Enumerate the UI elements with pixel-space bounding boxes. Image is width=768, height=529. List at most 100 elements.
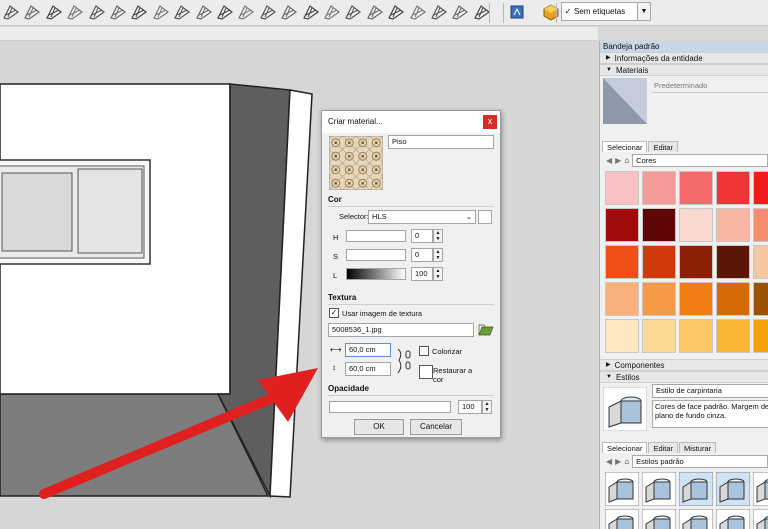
tape-icon[interactable] — [216, 3, 234, 21]
opacity-input[interactable]: 100 — [458, 400, 482, 414]
material-swatch[interactable] — [605, 245, 639, 279]
style-thumbnail-icon[interactable] — [679, 472, 713, 506]
link-chain-icon[interactable] — [396, 347, 412, 375]
material-name-input[interactable]: Piso — [388, 135, 494, 149]
l-slider[interactable] — [346, 268, 406, 280]
colorize-checkbox[interactable] — [419, 346, 429, 356]
scale-icon[interactable] — [195, 3, 213, 21]
walk-icon[interactable] — [430, 3, 448, 21]
use-texture-checkbox[interactable]: ✓ — [329, 308, 339, 318]
offset-icon[interactable] — [109, 3, 127, 21]
style-thumbnail-icon[interactable] — [716, 509, 750, 529]
h-spinner[interactable]: ▲ ▼ — [433, 229, 443, 243]
style-name-field[interactable]: Estilo de carpintaria — [652, 384, 768, 398]
pan-icon[interactable] — [366, 3, 384, 21]
l-spinner[interactable]: ▲ ▼ — [433, 267, 443, 281]
home-icon[interactable]: ⌂ — [624, 156, 629, 165]
zoom-extents-icon[interactable] — [409, 3, 427, 21]
back-arrow-icon[interactable]: ◀ — [606, 156, 612, 165]
style-thumbnail-icon[interactable] — [603, 387, 647, 431]
material-swatch[interactable] — [753, 319, 768, 353]
material-swatch[interactable] — [753, 208, 768, 242]
material-swatch[interactable] — [679, 319, 713, 353]
tab-styles-edit[interactable]: Editar — [648, 442, 679, 453]
restore-color-button[interactable] — [419, 365, 433, 379]
axes-icon[interactable] — [302, 3, 320, 21]
h-slider[interactable] — [346, 230, 406, 242]
material-swatch[interactable] — [605, 171, 639, 205]
material-swatch[interactable] — [679, 282, 713, 316]
texture-height-input[interactable]: 60,0 cm — [345, 362, 391, 376]
texture-file-input[interactable]: 5008536_1.jpg — [328, 323, 474, 337]
chevron-down-icon[interactable]: ▼ — [637, 3, 650, 20]
forward-arrow-icon[interactable]: ▶ — [615, 457, 621, 466]
browse-folder-icon[interactable] — [478, 323, 494, 337]
components-header[interactable]: ▶ Componentes — [600, 359, 768, 371]
material-swatch[interactable] — [753, 282, 768, 316]
material-swatch[interactable] — [642, 319, 676, 353]
style-thumbnail-icon[interactable] — [716, 472, 750, 506]
forward-arrow-icon[interactable]: ▶ — [615, 156, 621, 165]
material-swatch[interactable] — [716, 282, 750, 316]
l-input[interactable]: 100 — [411, 267, 433, 281]
h-input[interactable]: 0 — [411, 229, 433, 243]
styles-header[interactable]: ▼ Estilos — [600, 371, 768, 383]
ok-button[interactable]: OK — [354, 419, 404, 435]
material-swatch[interactable] — [642, 282, 676, 316]
material-swatch[interactable] — [642, 171, 676, 205]
material-swatch[interactable] — [716, 245, 750, 279]
rotate-icon[interactable] — [152, 3, 170, 21]
follow-me-icon[interactable] — [130, 3, 148, 21]
look-around-icon[interactable] — [451, 3, 469, 21]
style-thumbnail-icon[interactable] — [605, 509, 639, 529]
material-swatch[interactable] — [679, 245, 713, 279]
material-swatch[interactable] — [605, 208, 639, 242]
freehand-tool-icon[interactable] — [45, 3, 63, 21]
tab-styles-mix[interactable]: Misturar — [679, 442, 717, 453]
s-spinner[interactable]: ▲ ▼ — [433, 248, 443, 262]
move-icon[interactable] — [173, 3, 191, 21]
opacity-slider[interactable] — [329, 401, 451, 413]
materials-collection-select[interactable]: Cores — [632, 153, 768, 167]
style-thumbnail-icon[interactable] — [753, 509, 768, 529]
materials-header[interactable]: ▼ Materiais — [600, 64, 768, 76]
style-thumbnail-icon[interactable] — [679, 509, 713, 529]
back-arrow-icon[interactable]: ◀ — [606, 457, 612, 466]
tab-materials-edit[interactable]: Editar — [648, 141, 679, 152]
push-pull-icon[interactable] — [88, 3, 106, 21]
style-thumbnail-icon[interactable] — [605, 472, 639, 506]
material-swatch[interactable] — [753, 245, 768, 279]
model-viewport[interactable] — [0, 42, 598, 529]
styles-collection-select[interactable]: Estilos padrão — [632, 454, 768, 468]
default-material-swatch[interactable] — [603, 78, 647, 124]
s-input[interactable]: 0 — [411, 248, 433, 262]
material-swatch[interactable] — [679, 171, 713, 205]
material-swatch[interactable] — [716, 171, 750, 205]
protractor-icon[interactable] — [259, 3, 277, 21]
tags-dropdown[interactable]: ✓ Sem etiquetas ▼ — [561, 2, 651, 21]
material-swatch[interactable] — [753, 171, 768, 205]
style-thumbnail-icon[interactable] — [642, 509, 676, 529]
orbit-icon[interactable] — [344, 3, 362, 21]
material-swatch[interactable] — [642, 245, 676, 279]
tab-materials-select[interactable]: Selecionar — [602, 141, 648, 152]
color-swatch-preview[interactable] — [478, 210, 492, 224]
close-button[interactable]: x — [483, 115, 497, 129]
material-swatch[interactable] — [642, 208, 676, 242]
line-tool-icon[interactable] — [2, 3, 20, 21]
text-icon[interactable] — [280, 3, 298, 21]
style-thumbnail-icon[interactable] — [642, 472, 676, 506]
home-icon[interactable]: ⌂ — [624, 457, 629, 466]
dimension-icon[interactable] — [237, 3, 255, 21]
material-swatch[interactable] — [716, 208, 750, 242]
shape-tool-icon[interactable] — [66, 3, 84, 21]
s-slider[interactable] — [346, 249, 406, 261]
color-picker-select[interactable]: HLS ⌄ — [368, 210, 476, 224]
zoom-icon[interactable] — [387, 3, 405, 21]
texture-width-input[interactable]: 60,0 cm — [345, 343, 391, 357]
3d-text-icon[interactable] — [323, 3, 341, 21]
opacity-spinner[interactable]: ▲ ▼ — [482, 400, 492, 414]
cancel-button[interactable]: Cancelar — [410, 419, 462, 435]
style-thumbnail-icon[interactable] — [753, 472, 768, 506]
material-swatch[interactable] — [605, 282, 639, 316]
